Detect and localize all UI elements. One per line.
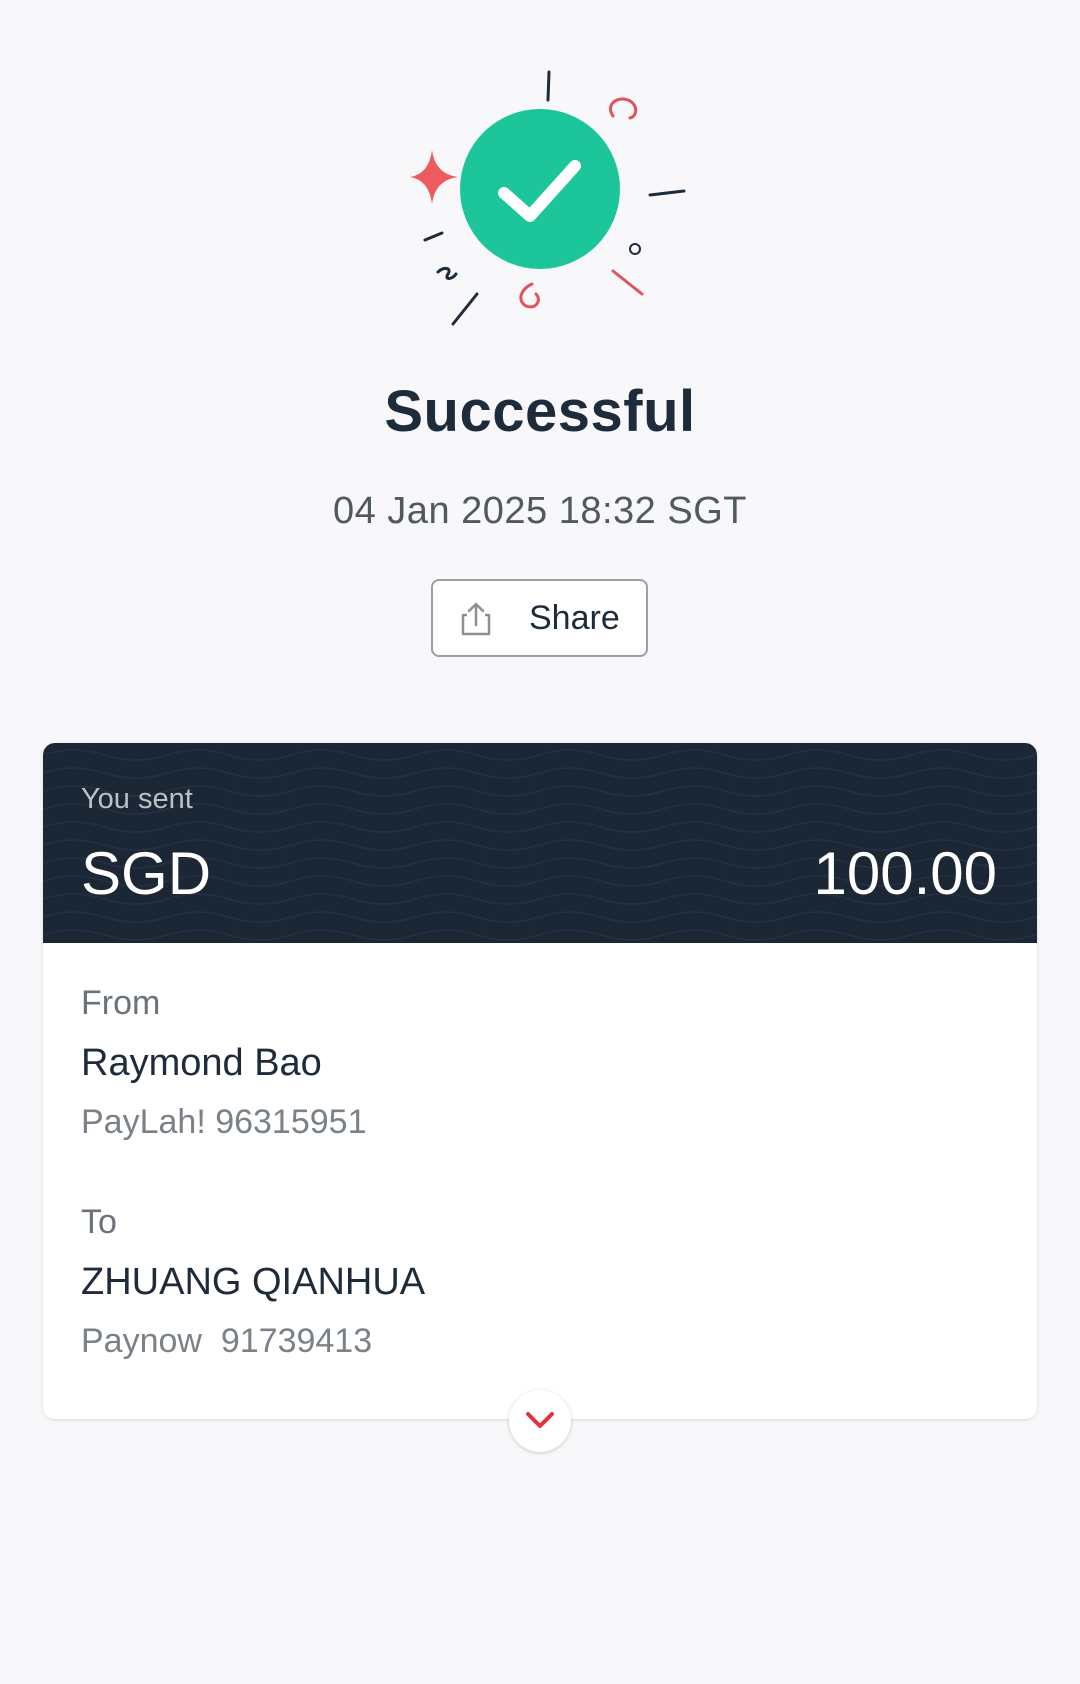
currency-code: SGD <box>81 840 212 907</box>
to-label: To <box>81 1203 117 1241</box>
sender-name: Raymond Bao <box>81 1042 322 1084</box>
share-label: Share <box>529 599 620 637</box>
sent-label: You sent <box>81 783 193 815</box>
success-illustration <box>0 0 1080 360</box>
from-label: From <box>81 984 161 1022</box>
chevron-down-icon <box>526 1412 554 1428</box>
share-button[interactable]: Share <box>431 579 648 657</box>
confetti-decoration <box>410 70 686 326</box>
transaction-datetime: 04 Jan 2025 18:32 SGT <box>332 490 747 532</box>
status-title: Successful <box>384 379 696 444</box>
share-icon <box>461 602 491 636</box>
recipient-account: Paynow 91739413 <box>81 1322 373 1360</box>
amount-value: 100.00 <box>813 840 997 907</box>
amount-header: You sent SGD 100.00 <box>43 743 1037 943</box>
recipient-name: ZHUANG QIANHUA <box>81 1261 426 1303</box>
check-circle-icon <box>460 109 620 269</box>
expand-details-button[interactable] <box>509 1390 571 1452</box>
sender-account: PayLah! 96315951 <box>81 1103 367 1141</box>
transfer-details-card: You sent SGD 100.00 From Raymond Bao Pay… <box>43 743 1037 1452</box>
